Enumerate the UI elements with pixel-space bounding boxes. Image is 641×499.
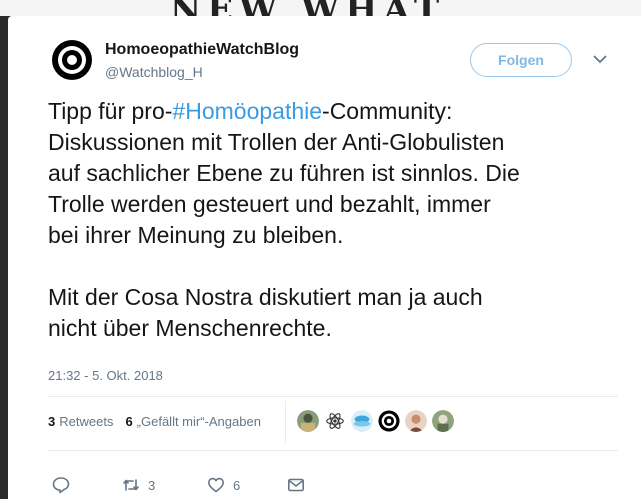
avatar[interactable]: [51, 39, 93, 81]
like-count: 6: [233, 477, 241, 493]
stats-separator: [285, 401, 286, 443]
direct-message-button[interactable]: [287, 476, 305, 494]
account-handle[interactable]: @Watchblog_H: [105, 64, 203, 80]
reply-icon: [52, 477, 70, 494]
liker-avatar[interactable]: [296, 409, 320, 433]
tweet-card: HomoeopathieWatchBlog @Watchblog_H Folge…: [8, 16, 641, 499]
background-strip: NEW WHAT: [0, 0, 641, 30]
liker-avatar[interactable]: [404, 409, 428, 433]
likes-stat[interactable]: 6 „Gefällt mir“-Angaben: [125, 414, 261, 429]
tweet-body: Diskussionen mit Trollen der Anti-Globul…: [48, 129, 520, 341]
tweet-timestamp[interactable]: 21:32 - 5. Okt. 2018: [48, 368, 163, 383]
reply-button[interactable]: [52, 476, 122, 494]
likes-count: 6: [125, 414, 133, 429]
retweet-button[interactable]: 3: [122, 476, 207, 494]
follow-button[interactable]: Folgen: [470, 43, 572, 77]
hashtag-link[interactable]: #Homöopathie: [172, 98, 322, 124]
retweets-count: 3: [48, 414, 56, 429]
avatar[interactable]: [377, 409, 401, 433]
tweet-actions: 3 6: [52, 476, 305, 494]
tweet-text: Tipp für pro-#Homöopathie-Community: Dis…: [48, 96, 618, 344]
atom-icon[interactable]: [323, 409, 347, 433]
liker-avatar[interactable]: [350, 409, 374, 433]
account-name[interactable]: HomoeopathieWatchBlog: [105, 41, 299, 59]
retweets-label: Retweets: [59, 414, 114, 429]
heart-icon: [208, 477, 224, 493]
divider: [48, 450, 618, 451]
liker-avatar[interactable]: [431, 409, 455, 433]
envelope-icon: [287, 478, 304, 492]
liker-avatars: [296, 409, 458, 433]
tweet-text-prefix: Tipp für pro-: [48, 98, 173, 124]
retweets-stat[interactable]: 3 Retweets: [48, 414, 113, 429]
chevron-down-icon[interactable]: [593, 54, 607, 64]
tweet-stats: 3 Retweets 6 „Gefällt mir“-Angaben: [48, 414, 273, 429]
retweet-count: 3: [148, 477, 156, 493]
divider: [48, 396, 618, 397]
tweet-text-suffix: -Community:: [322, 98, 453, 124]
likes-label: „Gefällt mir“-Angaben: [136, 414, 261, 429]
retweet-icon: [123, 479, 139, 491]
like-button[interactable]: 6: [207, 476, 287, 494]
